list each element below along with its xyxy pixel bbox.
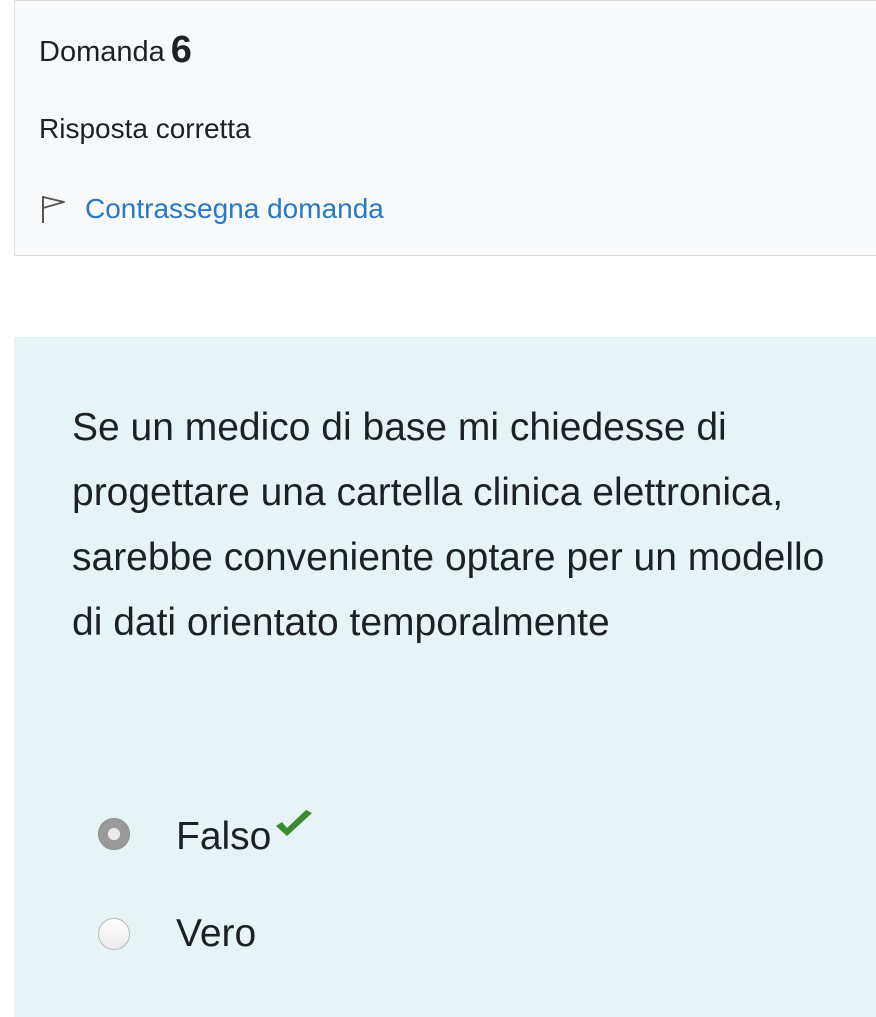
- question-text: Se un medico di base mi chiedesse di pro…: [72, 406, 825, 644]
- question-formulation: Se un medico di base mi chiedesse di pro…: [14, 337, 876, 1017]
- check-icon: [276, 810, 313, 836]
- answer-option-falso[interactable]: Falso: [98, 809, 315, 859]
- answer-option-vero[interactable]: Vero: [98, 909, 256, 959]
- flag-icon[interactable]: [39, 193, 69, 225]
- question-number: 6: [170, 29, 192, 71]
- question-info-box: Domanda 6 Risposta corretta Contrassegna …: [14, 0, 876, 256]
- question-state: Risposta corretta: [39, 113, 251, 144]
- answer-label-falso[interactable]: Falso: [176, 809, 315, 859]
- flag-question-link[interactable]: Contrassegna domanda: [85, 193, 384, 225]
- flag-question-row[interactable]: Contrassegna domanda: [39, 189, 384, 229]
- answer-label-vero[interactable]: Vero: [176, 912, 256, 956]
- question-label: Domanda: [39, 36, 165, 68]
- radio-falso[interactable]: [98, 818, 130, 850]
- radio-vero[interactable]: [98, 918, 130, 950]
- question-title: Domanda 6: [39, 29, 192, 72]
